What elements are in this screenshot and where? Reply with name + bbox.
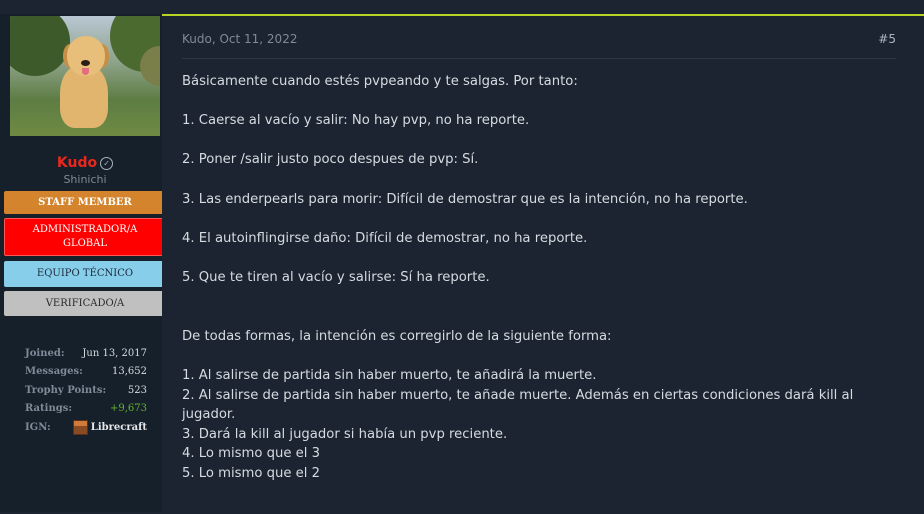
stat-ign: IGN: Librecraft	[25, 418, 147, 437]
stat-label: IGN:	[25, 421, 51, 433]
post-line: 4. Lo mismo que el 3	[182, 446, 321, 462]
minecraft-block-icon	[72, 419, 88, 435]
stat-value: +9,673	[109, 403, 147, 415]
post-line: 1. Al salirse de partida sin haber muert…	[182, 367, 597, 383]
post-line: De todas formas, la intención es corregi…	[182, 328, 612, 344]
post-line: 5. Lo mismo que el 2	[182, 465, 321, 481]
badge-administrador-global: ADMINISTRADOR/A GLOBAL	[4, 218, 166, 256]
stat-ratings: Ratings: +9,673	[25, 400, 147, 419]
stat-label: Messages:	[25, 366, 83, 378]
post-line: 5. Que te tiren al vacío y salirse: Sí h…	[182, 269, 490, 285]
stat-label: Ratings:	[25, 403, 73, 415]
avatar[interactable]	[10, 16, 160, 136]
post-body: Básicamente cuando estés pvpeando y te s…	[182, 72, 902, 483]
stat-trophy-points: Trophy Points: 523	[25, 381, 147, 400]
stat-label: Joined:	[25, 347, 65, 359]
user-sidebar: Kudo ✓ Shinichi STAFF MEMBER ADMINISTRADO…	[0, 0, 170, 512]
stat-messages: Messages: 13,652	[25, 363, 147, 382]
stat-value: Jun 13, 2017	[82, 347, 147, 359]
user-title: Shinichi	[63, 173, 107, 186]
post-line: 1. Caerse al vacío y salir: No hay pvp, …	[182, 113, 530, 129]
post-line: Básicamente cuando estés pvpeando y te s…	[182, 74, 578, 89]
post-line: 3. Dará la kill al jugador si había un p…	[182, 426, 508, 442]
post-container: Kudo, Oct 11, 2022 #5 Básicamente cuando…	[162, 14, 924, 514]
check-circle-icon: ✓	[100, 157, 114, 170]
badge-verificado: VERIFICADO/A	[4, 291, 166, 316]
badge-administrador-label: ADMINISTRADOR/A GLOBAL	[32, 224, 138, 249]
ign-text: Librecraft	[90, 421, 147, 433]
stat-label: Trophy Points:	[25, 384, 107, 396]
username-text[interactable]: Kudo	[57, 155, 97, 171]
post-line: 3. Las enderpearls para morir: Difícil d…	[182, 191, 748, 207]
post-line: 4. El autoinflingirse daño: Difícil de d…	[182, 230, 588, 246]
post-number-link[interactable]: #5	[878, 32, 896, 46]
badge-staff-member: STAFF MEMBER	[4, 191, 166, 214]
post-line: 2. Al salirse de partida sin haber muert…	[182, 387, 854, 423]
post-header: Kudo, Oct 11, 2022 #5	[182, 30, 896, 59]
ign-value: Librecraft	[72, 419, 147, 435]
stat-value[interactable]: 13,652	[112, 366, 147, 377]
post-line: 2. Poner /salir justo poco despues de pv…	[182, 152, 479, 168]
badge-equipo-tecnico: EQUIPO TÉCNICO	[4, 261, 166, 287]
username[interactable]: Kudo ✓	[0, 155, 170, 171]
stat-joined: Joined: Jun 13, 2017	[25, 344, 147, 363]
user-stats: Joined: Jun 13, 2017 Messages: 13,652 Tr…	[25, 344, 147, 437]
stat-value[interactable]: 523	[128, 385, 147, 396]
post-date[interactable]: Kudo, Oct 11, 2022	[182, 32, 297, 46]
